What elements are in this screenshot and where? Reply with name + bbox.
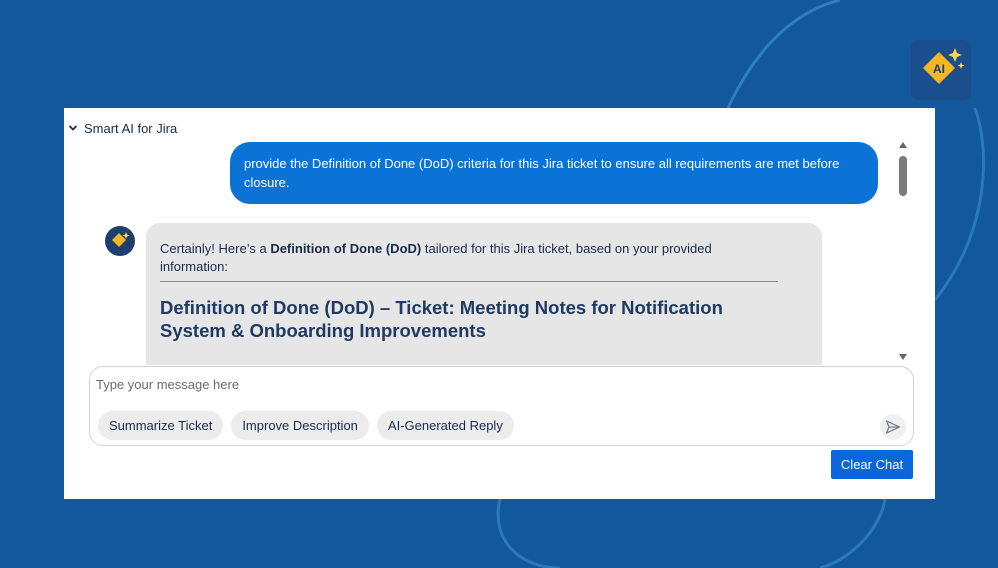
send-icon (885, 420, 901, 434)
ai-generated-reply-chip[interactable]: AI-Generated Reply (376, 411, 514, 440)
scroll-up-arrow-icon[interactable] (899, 142, 907, 148)
ai-avatar-icon (112, 232, 130, 247)
scroll-down-arrow-icon[interactable] (899, 354, 907, 360)
bot-intro-bold: Definition of Done (DoD) (270, 241, 422, 256)
panel-header[interactable]: Smart AI for Jira (68, 119, 177, 137)
summarize-ticket-chip[interactable]: Summarize Ticket (98, 411, 224, 440)
ai-app-badge[interactable]: AI (911, 40, 971, 100)
bot-avatar (105, 226, 135, 256)
bot-divider (160, 281, 778, 282)
bot-message-heading: Definition of Done (DoD) – Ticket: Meeti… (160, 297, 723, 341)
chat-scrollbar[interactable] (896, 142, 910, 362)
send-button[interactable] (880, 414, 906, 440)
bot-intro-prefix: Certainly! Here’s a (160, 241, 271, 256)
quick-action-chips: Summarize Ticket Improve Description AI-… (98, 411, 514, 440)
bot-message-intro: Certainly! Here’s a Definition of Done (… (160, 240, 760, 276)
user-message: provide the Definition of Done (DoD) cri… (230, 142, 878, 204)
message-composer: Summarize Ticket Improve Description AI-… (89, 366, 914, 446)
clear-chat-button[interactable]: Clear Chat (831, 450, 913, 479)
scrollbar-thumb[interactable] (899, 156, 907, 196)
chevron-down-icon[interactable] (68, 123, 78, 133)
chat-panel: Smart AI for Jira provide the Definition… (64, 108, 935, 499)
panel-title: Smart AI for Jira (84, 120, 178, 136)
ai-sparkle-logo-icon: AI (923, 48, 965, 84)
bot-message: Certainly! Here’s a Definition of Done (… (146, 223, 822, 365)
improve-description-chip[interactable]: Improve Description (231, 411, 369, 440)
message-input[interactable] (94, 373, 858, 395)
svg-text:AI: AI (933, 62, 945, 76)
chat-history[interactable]: provide the Definition of Done (DoD) cri… (64, 138, 912, 365)
